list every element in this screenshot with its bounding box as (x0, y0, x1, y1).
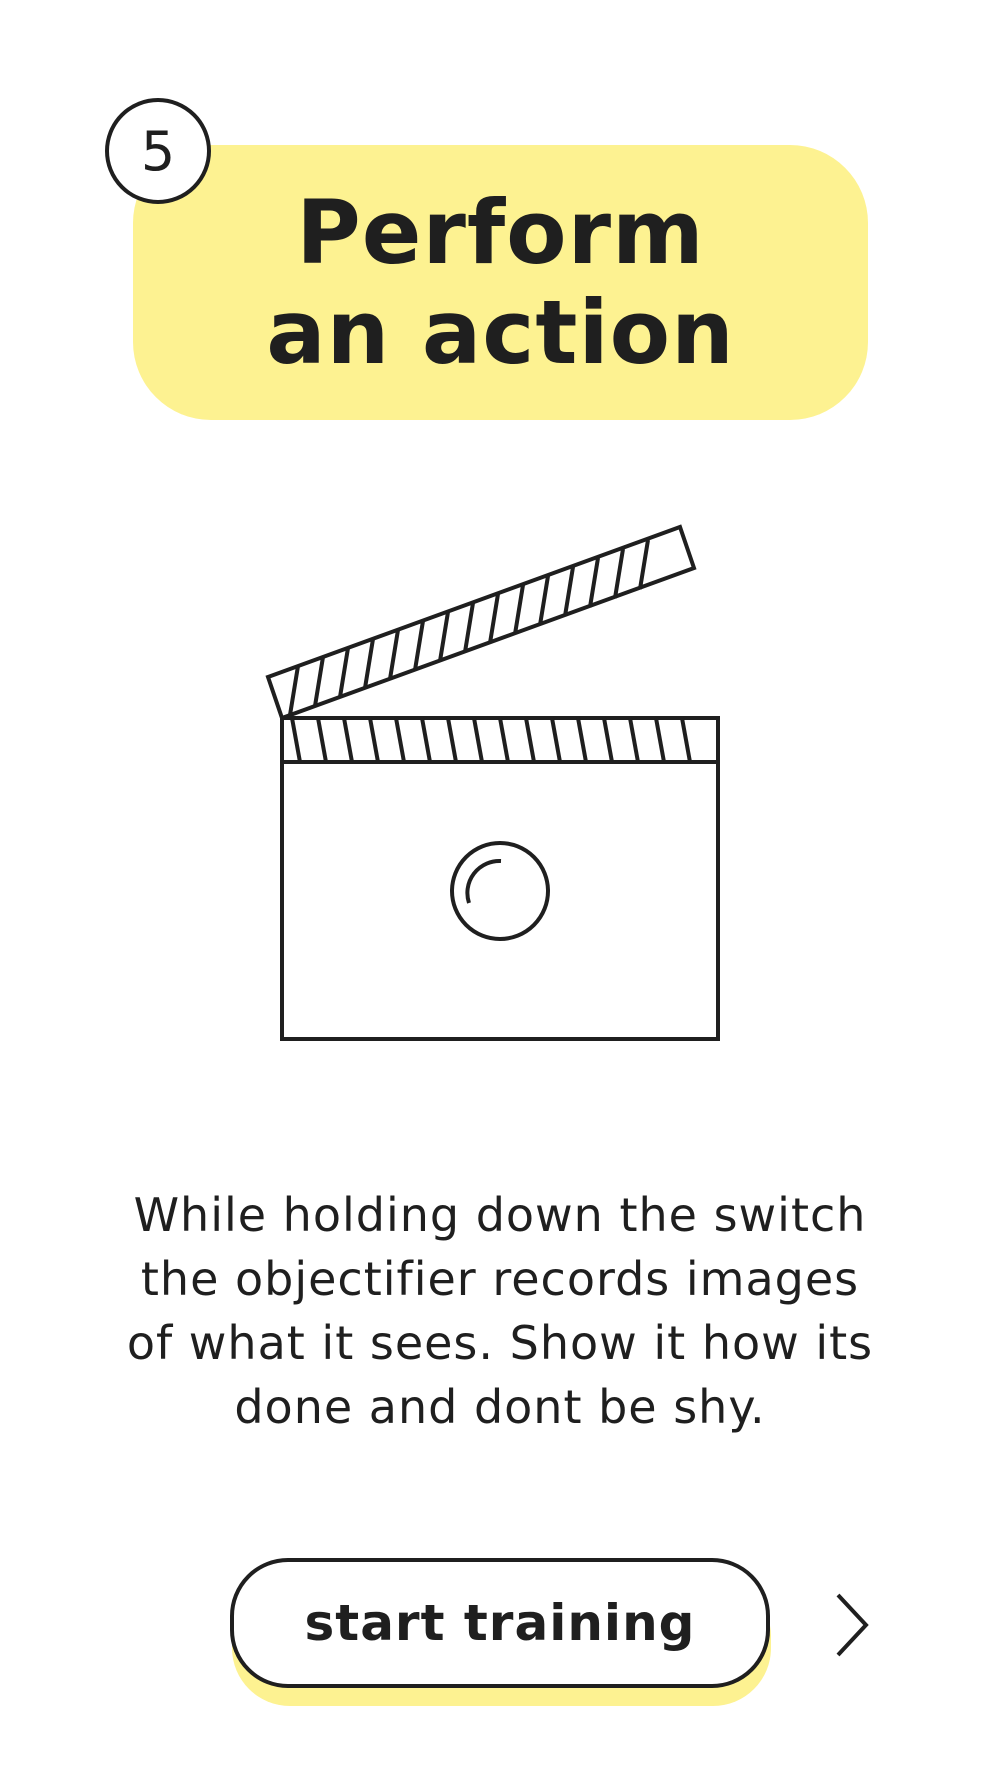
lens-highlight (465, 858, 502, 904)
start-training-button[interactable]: start training (230, 1558, 770, 1688)
description-line-2: the objectifier records images (140, 1252, 860, 1306)
lens-icon (450, 841, 550, 941)
step-description: While holding down the switch the object… (80, 1183, 920, 1439)
step-number-badge: 5 (105, 98, 211, 204)
clapper-band-stripes (290, 717, 692, 763)
clapper-top-band (280, 716, 720, 764)
description-line-1: While holding down the switch (133, 1188, 867, 1242)
clapper-stick (265, 524, 697, 721)
description-line-3: of what it sees. Show it how its (126, 1316, 874, 1370)
step-title-line-1: Perform (296, 180, 705, 284)
chevron-right-icon[interactable] (820, 1585, 880, 1665)
clapper-stick-stripes (288, 539, 650, 716)
clapper-body (280, 760, 720, 1041)
description-line-4: done and dont be shy. (234, 1380, 766, 1434)
step-title-line-2: an action (266, 280, 735, 384)
step-title-card: Perform an action (133, 145, 868, 420)
